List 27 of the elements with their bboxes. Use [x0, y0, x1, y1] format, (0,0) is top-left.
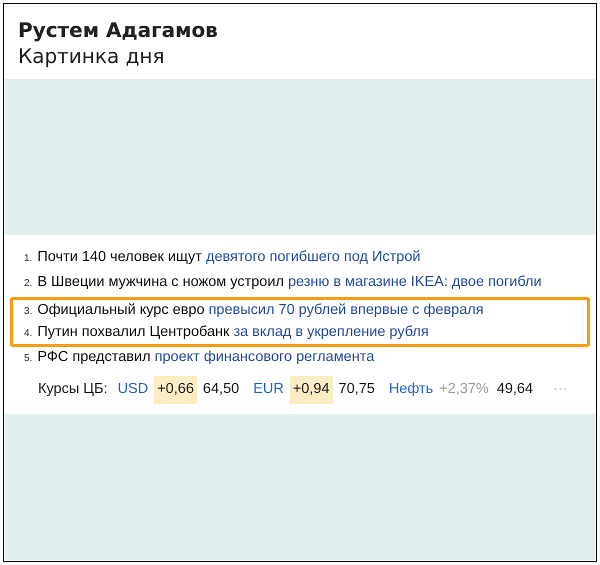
item-number: 4.	[24, 327, 32, 341]
headline-link[interactable]: проект финансового регламента	[154, 349, 374, 365]
headline-link[interactable]: резню в магазине IKEA: двое погибли	[288, 274, 542, 290]
headline: Путин похвалил Центробанк за вклад в укрепление рубля	[37, 323, 429, 342]
headline: РФС представил проект финансового регламента	[37, 348, 374, 367]
rate-value: 70,75	[338, 380, 375, 400]
rate-change: +2,37%	[439, 380, 489, 400]
rate-change: +0,94	[290, 376, 333, 404]
rate-link[interactable]: USD	[118, 379, 148, 401]
headline: В Швеции мужчина с ножом устроил резню в магазине IKEA: двое погибли	[37, 273, 542, 292]
headline: Официальный курс евро превысил 70 рублей впервые с февраля	[37, 301, 484, 320]
item-number: 1.	[24, 252, 32, 266]
item-number: 5.	[24, 352, 32, 366]
post-subtitle: Картинка дня	[18, 43, 166, 70]
rate-value: 64,50	[202, 380, 240, 400]
rate-link[interactable]: EUR	[253, 379, 284, 401]
rate-link[interactable]: Нефть	[388, 379, 434, 401]
headline-link[interactable]: девятого погибшего под Истрой	[206, 249, 421, 265]
author-name: Рустем Адагамов	[18, 18, 219, 42]
headline: Почти 140 человек ищут девятого погибшего под Истрой	[37, 248, 421, 267]
item-number: 2.	[24, 277, 32, 291]
rate-change: +0,66	[154, 376, 197, 404]
rate-value: 49,64	[496, 380, 534, 400]
rates-label: Курсы ЦБ:	[38, 380, 108, 400]
headline-link[interactable]: превысил 70 рублей впервые с февраля	[208, 302, 484, 318]
headline-link[interactable]: за вклад в укрепление рубля	[233, 324, 429, 340]
item-number: 3.	[24, 305, 32, 319]
